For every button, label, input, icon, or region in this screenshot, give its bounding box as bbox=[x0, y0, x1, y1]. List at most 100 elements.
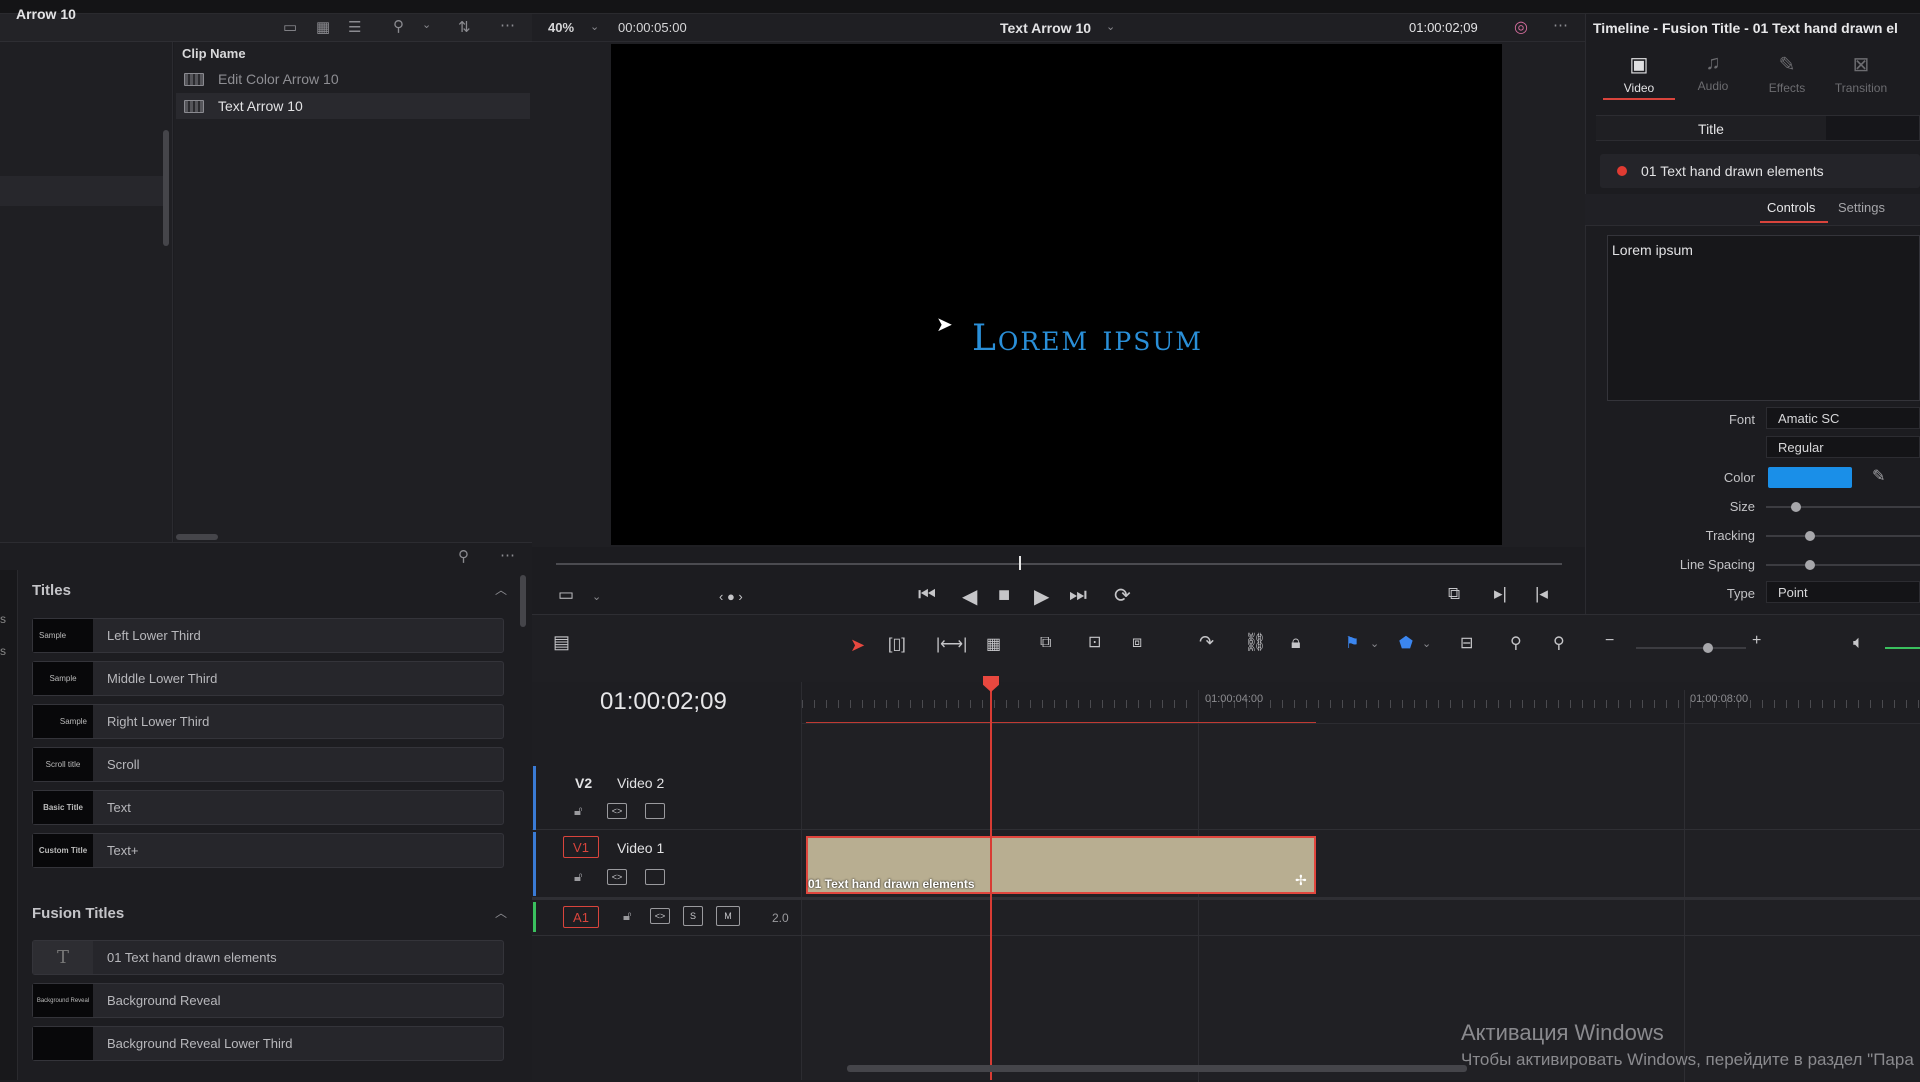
title-item-left-lower-third[interactable]: Sample Left Lower Third bbox=[32, 618, 504, 653]
tab-transition[interactable]: ⊠ Transition bbox=[1824, 52, 1898, 95]
font-style-dropdown[interactable]: Regular bbox=[1766, 436, 1920, 458]
more-options-icon[interactable]: ⋯ bbox=[500, 546, 515, 564]
match-frame-icon[interactable]: ⧉ bbox=[1448, 584, 1460, 604]
tab-controls[interactable]: Controls bbox=[1767, 200, 1815, 215]
video-canvas[interactable] bbox=[611, 44, 1502, 545]
blade-tool-icon[interactable]: ▦ bbox=[986, 634, 1001, 654]
marker-icon[interactable]: ⬟ bbox=[1399, 633, 1413, 653]
title-text-field[interactable]: Lorem ipsum bbox=[1607, 235, 1920, 401]
eyedropper-icon[interactable]: ✎ bbox=[1872, 466, 1885, 486]
dynamic-trim-icon[interactable]: |⟷| bbox=[936, 634, 967, 654]
track-lock-icon[interactable]: 🔓︎ bbox=[574, 869, 582, 885]
viewer-safe-area-icon[interactable]: ▭ bbox=[558, 585, 574, 605]
stop-icon[interactable]: ■ bbox=[998, 584, 1010, 607]
tracking-slider[interactable] bbox=[1766, 535, 1920, 537]
zoom-slider-knob[interactable] bbox=[1703, 643, 1713, 653]
clip-name-column-header[interactable]: Clip Name bbox=[182, 46, 246, 61]
viewer-zoom[interactable]: 40% bbox=[548, 20, 574, 35]
title-item-scroll[interactable]: Scroll title Scroll bbox=[32, 747, 504, 782]
track-id-a1[interactable]: A1 bbox=[563, 906, 599, 928]
line-spacing-slider[interactable] bbox=[1766, 564, 1920, 566]
loop-icon[interactable]: ⟳ bbox=[1114, 583, 1131, 608]
clip-list-scrollbar[interactable] bbox=[176, 534, 218, 540]
bin-scrollbar[interactable] bbox=[163, 130, 169, 246]
list-view-icon[interactable]: ☰ bbox=[348, 18, 361, 36]
solo-button[interactable]: S bbox=[683, 906, 703, 926]
zoom-full-icon[interactable]: ⊟ bbox=[1460, 633, 1473, 653]
size-slider[interactable] bbox=[1766, 506, 1920, 508]
auto-select-icon[interactable]: <> bbox=[607, 803, 627, 819]
fusion-title-item-background-reveal[interactable]: Background Reveal Background Reveal bbox=[32, 983, 504, 1018]
jog-control-icon[interactable]: ‹ ● › bbox=[719, 589, 743, 604]
zoom-in-icon[interactable]: + bbox=[1752, 632, 1761, 650]
skip-to-end-icon[interactable]: ⏭ bbox=[1069, 584, 1087, 607]
auto-select-icon[interactable]: <> bbox=[607, 869, 627, 885]
selection-tool-icon[interactable]: ➤ bbox=[850, 635, 865, 656]
track-name-v2[interactable]: Video 2 bbox=[617, 775, 664, 791]
chevron-down-icon[interactable]: ⌄ bbox=[590, 20, 599, 33]
chevron-down-icon[interactable]: ⌄ bbox=[1422, 637, 1431, 650]
color-swatch[interactable] bbox=[1768, 467, 1852, 488]
track-lock-icon[interactable]: 🔓︎ bbox=[574, 803, 582, 819]
overwrite-clip-icon[interactable]: ⊡ bbox=[1088, 632, 1101, 652]
volume-meter[interactable] bbox=[1885, 647, 1920, 649]
volume-icon[interactable]: 🔈︎ bbox=[1853, 632, 1864, 653]
timeline-timecode[interactable]: 01:00:02;09 bbox=[600, 688, 727, 716]
tab-video[interactable]: ▣ Video bbox=[1602, 52, 1676, 95]
sort-icon[interactable]: ⇅ bbox=[458, 18, 471, 36]
scrubber-playhead[interactable] bbox=[1019, 556, 1021, 570]
effect-enable-toggle[interactable] bbox=[1617, 166, 1627, 176]
zoom-custom-icon[interactable]: ⚲ bbox=[1553, 633, 1565, 653]
search-icon[interactable]: ⚲ bbox=[458, 547, 469, 565]
tab-audio[interactable]: ♫ Audio bbox=[1676, 52, 1750, 93]
track-id-v1[interactable]: V1 bbox=[563, 836, 599, 858]
disable-track-icon[interactable] bbox=[645, 803, 665, 819]
effects-scrollbar[interactable] bbox=[520, 575, 526, 627]
track-name-v1[interactable]: Video 1 bbox=[617, 840, 664, 856]
tab-effects[interactable]: ✎ Effects bbox=[1750, 52, 1824, 95]
fusion-title-item-background-reveal-lower-third[interactable]: Background Reveal Lower Third bbox=[32, 1026, 504, 1061]
title-item-text[interactable]: Basic Title Text bbox=[32, 790, 504, 825]
chevron-down-icon[interactable]: ⌄ bbox=[1106, 20, 1115, 33]
size-slider-knob[interactable] bbox=[1791, 502, 1801, 512]
track-id-v2[interactable]: V2 bbox=[575, 775, 592, 791]
viewer-clip-title[interactable]: Text Arrow 10 bbox=[1000, 20, 1091, 36]
play-reverse-icon[interactable]: ◀ bbox=[962, 584, 977, 609]
position-lock-icon[interactable]: 🔒︎ bbox=[1291, 632, 1301, 653]
type-dropdown[interactable]: Point bbox=[1766, 581, 1920, 603]
thumbnail-view-icon[interactable]: ▦ bbox=[316, 18, 330, 36]
title-item-middle-lower-third[interactable]: Sample Middle Lower Third bbox=[32, 661, 504, 696]
bin-item-selected[interactable] bbox=[0, 176, 163, 206]
snapping-icon[interactable]: ↷ bbox=[1199, 632, 1214, 653]
fusion-titles-section-header[interactable]: Fusion Titles bbox=[32, 905, 124, 922]
title-item-text-plus[interactable]: Custom Title Text+ bbox=[32, 833, 504, 868]
sidebar-item-fragment[interactable]: s bbox=[0, 612, 6, 626]
timeline-zoom-slider[interactable] bbox=[1636, 647, 1746, 649]
insert-clip-icon[interactable]: ⧉ bbox=[1040, 634, 1051, 652]
chevron-up-icon[interactable]: ︿ bbox=[495, 904, 507, 921]
timeline-view-options-icon[interactable]: ▤ bbox=[553, 632, 570, 653]
chevron-down-icon[interactable]: ⌄ bbox=[1370, 637, 1379, 650]
flag-icon[interactable]: ⚑ bbox=[1345, 633, 1359, 653]
timeline-horizontal-scrollbar[interactable] bbox=[847, 1065, 1467, 1072]
tracking-slider-knob[interactable] bbox=[1805, 531, 1815, 541]
mute-button[interactable]: M bbox=[716, 906, 740, 926]
color-sync-icon[interactable]: ◎ bbox=[1514, 17, 1528, 37]
zoom-detail-icon[interactable]: ⚲ bbox=[1510, 633, 1522, 653]
line-spacing-slider-knob[interactable] bbox=[1805, 560, 1815, 570]
replace-clip-icon[interactable]: ⧈ bbox=[1132, 634, 1142, 652]
skip-to-start-icon[interactable]: ⏮ bbox=[918, 584, 936, 607]
more-options-icon[interactable]: ⋯ bbox=[500, 16, 515, 34]
sidebar-item-fragment[interactable]: s bbox=[0, 644, 6, 658]
chevron-up-icon[interactable]: ︿ bbox=[495, 581, 507, 598]
play-icon[interactable]: ▶ bbox=[1034, 584, 1049, 609]
tab-settings[interactable]: Settings bbox=[1838, 200, 1885, 215]
viewer-scrubber[interactable] bbox=[556, 563, 1562, 565]
auto-select-icon[interactable]: <> bbox=[650, 908, 670, 924]
font-dropdown[interactable]: Amatic SC bbox=[1766, 407, 1920, 429]
track-lock-icon[interactable]: 🔓︎ bbox=[623, 908, 631, 924]
clip-row[interactable]: Edit Color Arrow 10 bbox=[176, 66, 530, 92]
clip-row-selected[interactable]: Text Arrow 10 bbox=[176, 93, 530, 119]
subtab-title[interactable]: Title bbox=[1596, 116, 1826, 140]
chevron-down-icon[interactable]: ⌄ bbox=[592, 590, 601, 603]
